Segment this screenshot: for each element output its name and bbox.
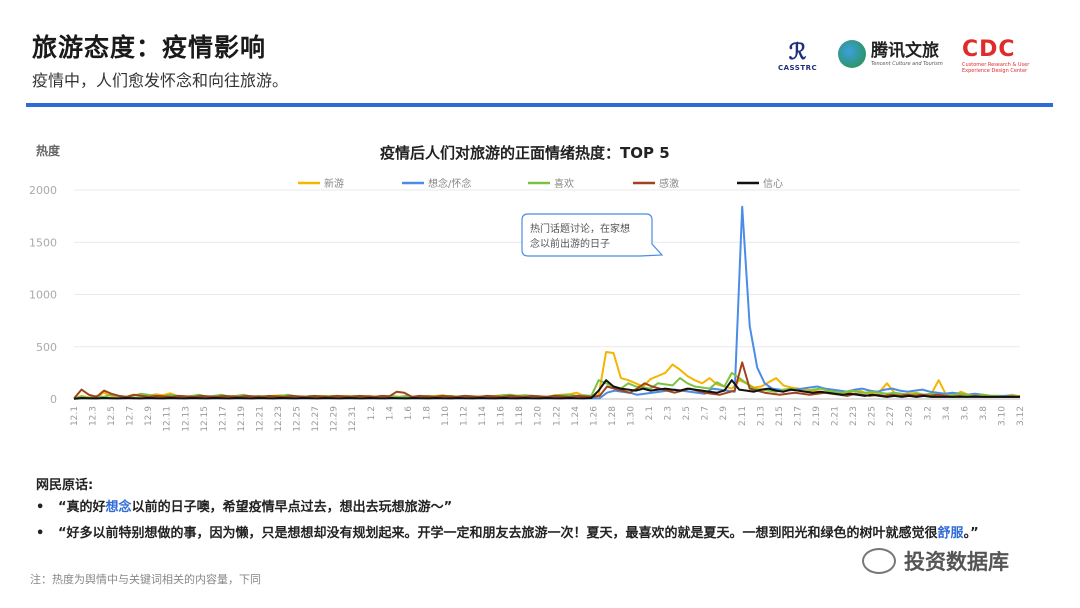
x-tick-label: 2.5 xyxy=(682,406,692,420)
comment-1-pre: “真的好 xyxy=(58,500,106,515)
y-tick-label: 2000 xyxy=(29,184,57,197)
legend-label: 想念/怀念 xyxy=(428,177,471,190)
x-tick-label: 12.3 xyxy=(89,406,99,426)
x-tick-label: 12.29 xyxy=(330,406,340,432)
legend-label: 感激 xyxy=(659,177,679,190)
x-tick-label: 12.17 xyxy=(218,406,228,432)
x-tick-label: 12.9 xyxy=(144,406,154,426)
legend-label: 信心 xyxy=(763,178,783,190)
x-tick-label: 12.27 xyxy=(311,406,321,432)
x-tick-label: 2.27 xyxy=(886,406,896,426)
legend-label: 新游 xyxy=(324,177,344,190)
legend-label: 喜欢 xyxy=(554,177,574,190)
x-tick-label: 12.21 xyxy=(255,406,265,432)
comment-1-post: 以前的日子噢，希望疫情早点过去，想出去玩想旅游～” xyxy=(131,500,453,515)
x-tick-label: 3.2 xyxy=(923,406,933,420)
line-chart: 0500100015002000 12.1 12.3 12.5 12.7 12.9 12.… xyxy=(29,177,1026,432)
y-axis: 0 500 1000 1500 2000 xyxy=(29,184,57,406)
annotation-text-line1: 热门话题讨论，在家想 xyxy=(530,222,630,235)
y-tick-label: 1500 xyxy=(29,236,57,249)
x-tick-label: 12.23 xyxy=(274,406,284,432)
x-tick-label: 2.25 xyxy=(868,406,878,426)
x-tick-label: 2.13 xyxy=(756,406,766,426)
footnote: 注：热度为舆情中与关键词相关的内容量，下同 xyxy=(30,573,261,586)
x-tick-label: 1.10 xyxy=(441,406,451,426)
x-tick-label: 1.4 xyxy=(385,406,395,421)
comment-1: • “真的好想念以前的日子噢，希望疫情早点过去，想出去玩想旅游～” xyxy=(36,496,452,515)
x-tick-label: 3.12 xyxy=(1016,406,1026,426)
x-tick-label: 1.12 xyxy=(460,406,470,426)
x-tick-label: 1.16 xyxy=(497,406,507,426)
x-tick-label: 12.5 xyxy=(107,406,117,426)
y-tick-label: 500 xyxy=(36,341,57,354)
comments-title: 网民原话: xyxy=(36,478,94,493)
x-tick-label: 12.1 xyxy=(70,406,80,426)
x-tick-label: 1.14 xyxy=(478,406,488,426)
comment-2: • “好多以前特别想做的事，因为懒，只是想想却没有规划起来。开学一定和朋友去旅游一… xyxy=(36,522,979,541)
x-tick-label: 1.2 xyxy=(367,406,377,420)
x-tick-label: 1.18 xyxy=(515,406,525,426)
x-tick-label: 3.6 xyxy=(960,406,970,421)
x-tick-label: 2.3 xyxy=(664,406,674,420)
x-tick-label: 12.15 xyxy=(200,406,210,432)
x-tick-label: 2.1 xyxy=(645,406,655,420)
x-tick-label: 2.7 xyxy=(701,406,711,420)
watermark-text: 投资数据库 xyxy=(904,550,1009,574)
x-tick-label: 1.26 xyxy=(589,406,599,426)
x-tick-label: 1.20 xyxy=(534,406,544,426)
x-tick-label: 2.11 xyxy=(738,406,748,426)
x-tick-label: 1.22 xyxy=(552,406,562,426)
x-tick-label: 3.4 xyxy=(942,406,952,421)
x-tick-label: 12.31 xyxy=(348,406,358,432)
comment-2-post: 。” xyxy=(963,526,979,541)
x-tick-label: 2.29 xyxy=(905,406,915,426)
x-tick-label: 12.7 xyxy=(126,406,136,426)
wechat-icon xyxy=(862,548,896,574)
x-tick-label: 2.19 xyxy=(812,406,822,426)
x-tick-label: 12.25 xyxy=(293,406,303,432)
y-tick-label: 0 xyxy=(50,393,57,406)
comment-1-highlight: 想念 xyxy=(105,500,132,515)
bullet-icon: • xyxy=(36,500,45,515)
x-tick-label: 2.21 xyxy=(831,406,841,426)
annotation-text-line2: 念以前出游的日子 xyxy=(530,237,610,250)
x-tick-label: 1.28 xyxy=(608,406,618,426)
x-tick-label: 2.17 xyxy=(793,406,803,426)
x-axis: 12.1 12.3 12.5 12.7 12.9 12.11 12.13 12.15 12.17… xyxy=(70,406,1026,432)
x-tick-label: 3.8 xyxy=(979,406,989,421)
x-tick-label: 12.13 xyxy=(181,406,191,432)
chart-annotation: 热门话题讨论，在家想念以前出游的日子 xyxy=(521,213,664,257)
x-tick-label: 2.15 xyxy=(775,406,785,426)
x-tick-label: 3.10 xyxy=(997,406,1007,426)
x-tick-label: 1.30 xyxy=(626,406,636,426)
x-tick-label: 1.8 xyxy=(422,406,432,421)
x-tick-label: 12.11 xyxy=(163,406,173,432)
comment-2-highlight: 舒服 xyxy=(937,526,964,541)
x-tick-label: 12.19 xyxy=(237,406,247,432)
bullet-icon: • xyxy=(36,526,45,541)
x-tick-label: 2.23 xyxy=(849,406,859,426)
comment-2-pre: “好多以前特别想做的事，因为懒，只是想想却没有规划起来。开学一定和朋友去旅游一次… xyxy=(58,526,938,541)
y-tick-label: 1000 xyxy=(29,289,57,302)
x-tick-label: 1.6 xyxy=(404,406,414,421)
x-tick-label: 1.24 xyxy=(571,406,581,426)
chart-legend: 新游 想念/怀念 喜欢 感激 信心 xyxy=(298,177,783,190)
x-tick-label: 2.9 xyxy=(719,406,729,421)
watermark: 投资数据库 xyxy=(862,546,1009,576)
